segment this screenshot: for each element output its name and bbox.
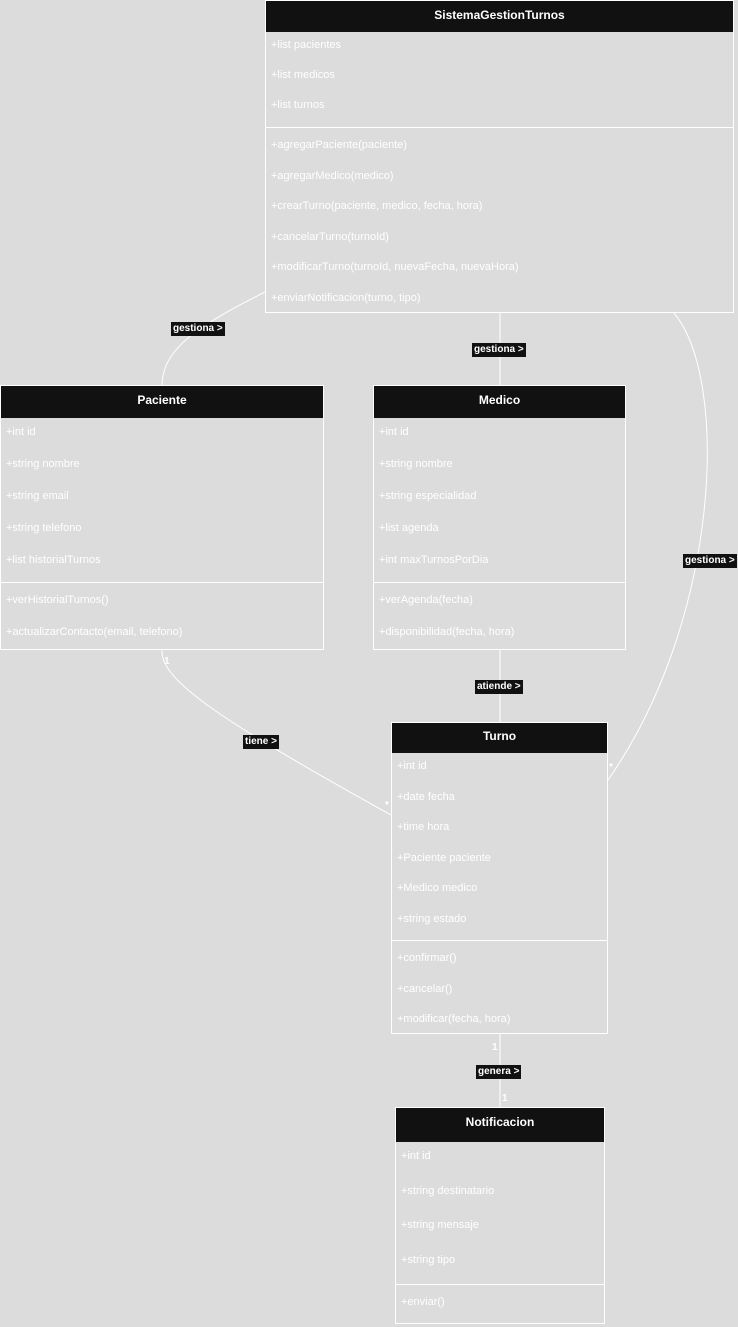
- attribute-row: +string estado: [397, 912, 467, 925]
- method-row: +agregarMedico(medico): [271, 169, 394, 182]
- attributes-section: +int id +string nombre +string especiali…: [374, 418, 625, 582]
- method-row: +cancelarTurno(turnoId): [271, 230, 389, 243]
- methods-section: +confirmar() +cancelar() +modificar(fech…: [392, 940, 607, 1035]
- method-row: +crearTurno(paciente, medico, fecha, hor…: [271, 200, 483, 212]
- class-title: Turno: [392, 723, 607, 753]
- method-row: +verAgenda(fecha): [379, 594, 473, 606]
- attribute-row: +string nombre: [6, 458, 80, 470]
- attribute-row: +string tipo: [401, 1253, 456, 1266]
- attributes-section: +int id +string nombre +string email +st…: [1, 418, 323, 582]
- methods-section: +enviar(): [396, 1284, 604, 1321]
- attributes-section: +list pacientes +list medicos +list turn…: [266, 32, 733, 127]
- attribute-row: +string nombre: [379, 458, 453, 470]
- attribute-row: +string destinatario: [401, 1184, 495, 1197]
- multiplicity-turno-notificacion-target: 1: [502, 1093, 508, 1104]
- class-title: Medico: [374, 386, 625, 418]
- attribute-row: +list medicos: [271, 69, 335, 81]
- multiplicity-turno-notificacion-source: 1: [492, 1042, 498, 1053]
- attribute-row: +list historialTurnos: [6, 554, 101, 566]
- attribute-row: +string telefono: [6, 522, 82, 534]
- class-notificacion[interactable]: Notificacion +int id +string destinatari…: [395, 1107, 605, 1324]
- attribute-row: +int maxTurnosPorDia: [379, 554, 489, 566]
- multiplicity-paciente-turno-target: *: [385, 800, 389, 811]
- attribute-row: +time hora: [397, 821, 450, 833]
- edge-label-turno-notificacion: genera >: [476, 1065, 522, 1079]
- edge-label-sistema-paciente: gestiona >: [171, 322, 225, 336]
- attribute-row: +string mensaje: [401, 1219, 479, 1231]
- class-title: Paciente: [1, 386, 323, 418]
- attributes-section: +int id +date fecha +time hora +Paciente…: [392, 753, 607, 940]
- edge-label-sistema-turno: gestiona >: [683, 554, 737, 568]
- methods-section: +verAgenda(fecha) +disponibilidad(fecha,…: [374, 582, 625, 649]
- class-medico[interactable]: Medico +int id +string nombre +string es…: [373, 385, 626, 650]
- multiplicity-paciente-turno-source: 1: [164, 656, 170, 667]
- class-paciente[interactable]: Paciente +int id +string nombre +string …: [0, 385, 324, 650]
- attribute-row: +int id: [401, 1150, 431, 1162]
- edge-paciente-turno: [161, 649, 392, 816]
- class-turno[interactable]: Turno +int id +date fecha +time hora +Pa…: [391, 722, 608, 1034]
- class-sistema-gestion-turnos[interactable]: SistemaGestionTurnos +list pacientes +li…: [265, 0, 734, 313]
- class-title: SistemaGestionTurnos: [266, 1, 733, 32]
- attribute-row: +int id: [379, 426, 409, 438]
- attribute-row: +string email: [6, 490, 69, 502]
- attributes-section: +int id +string destinatario +string men…: [396, 1142, 604, 1284]
- edge-sistema-paciente: [161, 291, 266, 387]
- method-row: +disponibilidad(fecha, hora): [379, 626, 515, 638]
- methods-section: +verHistorialTurnos() +actualizarContact…: [1, 582, 323, 649]
- attribute-row: +list pacientes: [271, 39, 342, 51]
- edge-label-medico-turno: atiende >: [475, 680, 523, 694]
- attribute-row: +list turnos: [271, 99, 325, 111]
- attribute-row: +string especialidad: [379, 490, 477, 502]
- attribute-row: +list agenda: [379, 522, 439, 534]
- class-title: Notificacion: [396, 1108, 604, 1142]
- method-row: +actualizarContacto(email, telefono): [6, 626, 183, 638]
- attribute-row: +int id: [6, 426, 36, 438]
- attribute-row: +Medico medico: [397, 882, 478, 894]
- method-row: +enviar(): [401, 1296, 445, 1308]
- method-row: +confirmar(): [397, 952, 457, 964]
- attribute-row: +int id: [397, 760, 427, 772]
- attribute-row: +Paciente paciente: [397, 851, 491, 864]
- method-row: +modificar(fecha, hora): [397, 1013, 511, 1025]
- method-row: +verHistorialTurnos(): [6, 594, 109, 606]
- method-row: +enviarNotificacion(turno, tipo): [271, 291, 421, 304]
- attribute-row: +date fecha: [397, 790, 455, 803]
- method-row: +agregarPaciente(paciente): [271, 139, 408, 151]
- methods-section: +agregarPaciente(paciente) +agregarMedic…: [266, 127, 733, 313]
- method-row: +modificarTurno(turnoId, nuevaFecha, nue…: [271, 261, 519, 273]
- edge-label-paciente-turno: tiene >: [243, 735, 279, 749]
- method-row: +cancelar(): [397, 982, 453, 995]
- multiplicity-sistema-turno-target: *: [609, 762, 613, 773]
- edge-label-sistema-medico: gestiona >: [472, 343, 526, 357]
